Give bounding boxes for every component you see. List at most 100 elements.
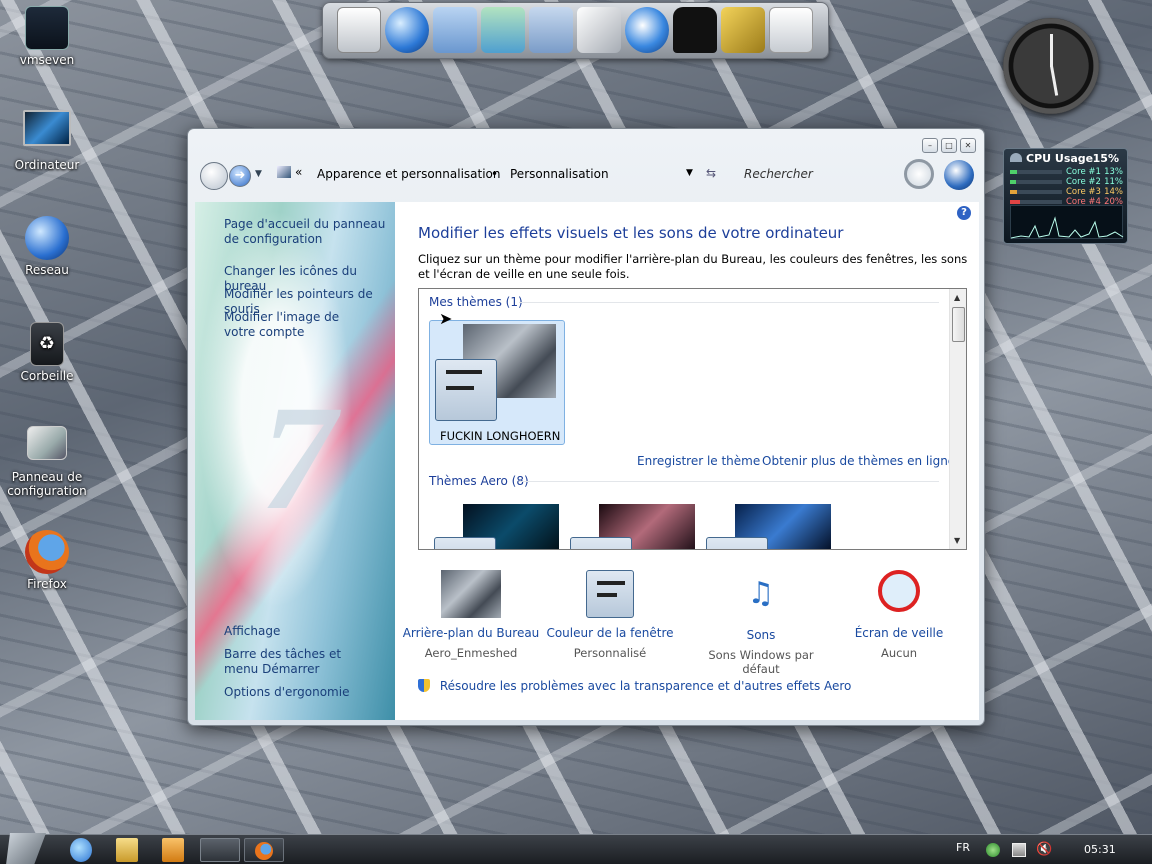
core-pct: 11% [1104,177,1123,187]
scroll-thumb[interactable] [952,307,965,342]
clock-minute-hand [1050,65,1059,96]
recycle-bin-icon: ♻ [30,322,64,366]
core-label: Core #2 [1066,177,1101,187]
control-panel-task[interactable] [200,838,240,862]
help-icon[interactable]: ? [957,206,971,220]
cpu-meter-icon [1010,153,1022,162]
save-theme-link[interactable]: Enregistrer le thème [637,454,760,468]
system-clock[interactable]: 05:31 [1084,843,1116,856]
desktop-icon-corbeille[interactable]: ♻ Corbeille [5,322,89,383]
desktop-icon-ordinateur[interactable]: Ordinateur [5,110,89,172]
desktop-icon-label: vmseven [19,53,75,67]
tools-icon[interactable] [577,7,621,53]
explorer-folder-icon[interactable] [116,838,138,862]
sounds-value: Sons Windows par défaut [708,648,814,676]
display-link[interactable]: Affichage [224,624,280,639]
core-pct: 14% [1104,187,1123,197]
network-globe-icon [25,216,69,260]
music-folder-icon[interactable] [481,7,525,53]
volume-muted-icon[interactable]: 🔇 [1036,842,1052,857]
core-label: Core #1 [1066,167,1101,177]
window-color-label[interactable]: Couleur de la fenêtre [540,626,680,640]
desktop-icon-panneau-configuration[interactable]: Panneau de configuration [5,426,89,498]
cpu-core-row: Core #1 13% [1010,167,1123,177]
ease-of-access-link[interactable]: Options d'ergonomie [224,685,349,700]
window-color-value: Personnalisé [573,646,647,660]
desktop-icon-label: Panneau de configuration [7,470,87,498]
pictures-folder-icon[interactable] [529,7,573,53]
control-panel-home-link[interactable]: Page d'accueil du panneau de configurati… [224,217,389,247]
media-player-icon[interactable] [162,838,184,862]
sounds-label[interactable]: Sons [691,628,831,642]
desktop-icon-label: Corbeille [20,369,74,383]
core-usage-fill [1010,180,1016,184]
cpu-core-row: Core #2 11% [1010,177,1123,187]
search-icon[interactable] [904,159,934,189]
close-button[interactable]: ✕ [960,138,976,153]
battery-tray-icon[interactable] [1012,843,1026,857]
computer-icon [23,110,71,146]
screen-saver-item[interactable]: Écran de veille Aucun [829,570,969,660]
core-usage-fill [1010,200,1021,204]
cpu-history-graph [1010,205,1124,239]
search-placeholder: Rechercher [744,167,813,181]
window-color-item[interactable]: Couleur de la fenêtre Personnalisé [540,570,680,660]
theme-window-color-preview [435,359,497,421]
breadcrumb-apparence[interactable]: Apparence et personnalisation [317,167,501,181]
forward-button[interactable]: ➜ [229,165,251,187]
page-title: Modifier les effets visuels et les sons … [418,224,844,242]
change-account-picture-link[interactable]: Modifier l'image de votre compte [224,310,374,340]
breadcrumb-separator: • [491,167,499,181]
network-tray-icon[interactable] [986,843,1000,857]
firefox-icon [255,842,273,860]
desktop-icon-vmseven[interactable]: vmseven [5,6,89,67]
desktop-background-item[interactable]: Arrière-plan du Bureau Aero_Enmeshed [401,570,541,660]
control-panel-icon [27,426,67,460]
firefox-task[interactable] [244,838,284,862]
back-button[interactable] [200,162,228,190]
more-themes-online-link[interactable]: Obtenir plus de thèmes en ligne [762,454,955,468]
scroll-down-icon[interactable]: ▼ [954,536,960,545]
taskbar: FR 🔇 05:31 [0,833,1152,864]
desktop-icon-firefox[interactable]: Firefox [5,530,89,591]
search-box[interactable]: Rechercher [738,163,898,185]
core-pct: 13% [1104,167,1123,177]
aero-themes-header: Thèmes Aero (8) [429,474,529,488]
internet-explorer-icon[interactable] [70,838,92,862]
notepad-icon[interactable] [337,7,381,53]
network-globe-icon[interactable] [625,7,669,53]
desktop-icon-label: Reseau [25,263,69,277]
firefox-icon [25,530,69,574]
scroll-up-icon[interactable]: ▲ [954,293,960,302]
address-bar[interactable]: « Apparence et personnalisation • Person… [273,163,733,185]
dock-bar [322,2,829,59]
minimize-button[interactable]: – [922,138,938,153]
breadcrumb-personnalisation[interactable]: Personnalisation [510,167,609,181]
tshirt-icon[interactable] [673,7,717,53]
breadcrumb-chevron[interactable]: « [295,165,302,179]
internet-globe-icon[interactable] [385,7,429,53]
start-button[interactable] [6,833,46,864]
troubleshoot-label[interactable]: Résoudre les problèmes avec la transpare… [440,679,852,693]
themes-scrollbar[interactable]: ▲ ▼ [949,289,966,549]
hammer-icon[interactable] [721,7,765,53]
screen-saver-label[interactable]: Écran de veille [829,626,969,640]
nav-dropdown-icon[interactable]: ▼ [255,169,262,179]
sounds-item[interactable]: ♫ Sons Sons Windows par défaut [691,570,831,676]
recycle-bin-icon[interactable] [769,7,813,53]
language-indicator[interactable]: FR [956,841,970,854]
desktop-icon-label: Firefox [27,577,67,591]
maximize-button[interactable]: □ [941,138,957,153]
theme-tile-selected[interactable]: FUCKIN LONGHOERN [429,320,565,445]
refresh-icon[interactable]: ⇆ [706,166,716,180]
gadget-toggle-icon[interactable] [944,160,974,190]
wallpaper-icon [441,570,501,618]
taskbar-start-menu-link[interactable]: Barre des tâches et menu Démarrer [224,647,374,677]
shield-icon [418,679,430,692]
troubleshoot-aero-link[interactable]: Résoudre les problèmes avec la transpare… [418,679,851,693]
clock-gadget [1003,18,1099,114]
documents-folder-icon[interactable] [433,7,477,53]
desktop-icon-reseau[interactable]: Reseau [5,216,89,277]
desktop-background-label[interactable]: Arrière-plan du Bureau [401,626,541,640]
address-dropdown-icon[interactable]: ▼ [686,168,693,178]
